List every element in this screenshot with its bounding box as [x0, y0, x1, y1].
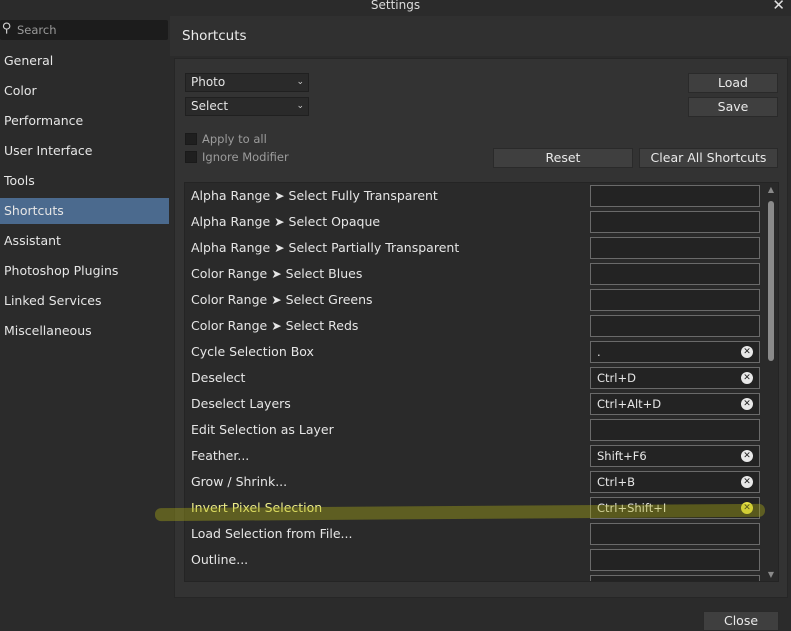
- shortcut-value: Shift+F6: [597, 449, 647, 463]
- list-item: Feather... Shift+F6 ✕: [185, 443, 765, 469]
- shortcut-field[interactable]: [590, 211, 760, 233]
- scrollbar-thumb[interactable]: [768, 201, 774, 361]
- title-bar: Settings ✕: [0, 0, 791, 14]
- sidebar-item-tools[interactable]: Tools: [0, 168, 169, 194]
- shortcut-field[interactable]: Ctrl+Alt+D ✕: [590, 393, 760, 415]
- shortcut-field[interactable]: [590, 263, 760, 285]
- shortcut-field[interactable]: [590, 315, 760, 337]
- category-select[interactable]: Select ⌄: [185, 97, 309, 116]
- list-item: Deselect Ctrl+D ✕: [185, 365, 765, 391]
- save-button[interactable]: Save: [688, 97, 778, 117]
- sidebar-item-assistant[interactable]: Assistant: [0, 228, 169, 254]
- window-title: Settings: [370, 0, 421, 12]
- list-item: Outline...: [185, 547, 765, 573]
- shortcut-label: Alpha Range ➤ Select Partially Transpare…: [191, 240, 460, 255]
- list-item: Color Range ➤ Select Greens: [185, 287, 765, 313]
- close-button[interactable]: Close: [703, 611, 779, 631]
- shortcut-field[interactable]: . ✕: [590, 341, 760, 363]
- apply-to-all-checkbox[interactable]: [185, 133, 197, 145]
- scrollbar[interactable]: ▲ ▼: [766, 185, 776, 579]
- shortcut-list: Alpha Range ➤ Select Fully Transparent A…: [184, 182, 779, 582]
- reset-button[interactable]: Reset: [493, 148, 633, 168]
- scroll-down-icon[interactable]: ▼: [766, 570, 776, 579]
- shortcut-field[interactable]: [590, 237, 760, 259]
- list-item: [185, 573, 765, 581]
- ignore-modifier-checkbox[interactable]: [185, 151, 197, 163]
- shortcut-label: Feather...: [191, 448, 250, 463]
- list-item: Color Range ➤ Select Blues: [185, 261, 765, 287]
- shortcut-label: Deselect Layers: [191, 396, 291, 411]
- shortcut-field[interactable]: [590, 575, 760, 581]
- shortcut-value: Ctrl+D: [597, 371, 636, 385]
- close-icon[interactable]: ✕: [772, 0, 785, 14]
- clear-shortcut-icon[interactable]: ✕: [741, 346, 753, 358]
- ignore-modifier-label: Ignore Modifier: [202, 150, 289, 164]
- shortcut-value: Ctrl+B: [597, 475, 635, 489]
- list-item: Deselect Layers Ctrl+Alt+D ✕: [185, 391, 765, 417]
- search-placeholder: Search: [17, 23, 57, 37]
- shortcut-field[interactable]: [590, 523, 760, 545]
- sidebar-item-general[interactable]: General: [0, 48, 169, 74]
- list-item: Edit Selection as Layer: [185, 417, 765, 443]
- panel-header: Shortcuts: [170, 16, 791, 56]
- list-item: Alpha Range ➤ Select Fully Transparent: [185, 183, 765, 209]
- shortcut-field[interactable]: [590, 289, 760, 311]
- search-icon: ⚲: [2, 21, 12, 36]
- persona-select-value: Photo: [191, 75, 226, 89]
- shortcut-label: Color Range ➤ Select Blues: [191, 266, 363, 281]
- shortcut-label: Grow / Shrink...: [191, 474, 288, 489]
- clear-all-shortcuts-button[interactable]: Clear All Shortcuts: [639, 148, 778, 168]
- list-item: Alpha Range ➤ Select Partially Transpare…: [185, 235, 765, 261]
- shortcut-label: Color Range ➤ Select Reds: [191, 318, 359, 333]
- load-button[interactable]: Load: [688, 73, 778, 93]
- list-item: Cycle Selection Box . ✕: [185, 339, 765, 365]
- category-select-value: Select: [191, 99, 229, 113]
- shortcut-label: Deselect: [191, 370, 246, 385]
- shortcut-field[interactable]: [590, 549, 760, 571]
- list-item: Load Selection from File...: [185, 521, 765, 547]
- shortcut-field[interactable]: [590, 419, 760, 441]
- clear-shortcut-icon[interactable]: ✕: [741, 476, 753, 488]
- shortcut-label: Edit Selection as Layer: [191, 422, 334, 437]
- shortcut-label: Outline...: [191, 552, 249, 567]
- chevron-down-icon: ⌄: [296, 101, 304, 111]
- scroll-up-icon[interactable]: ▲: [766, 185, 776, 194]
- list-item: Color Range ➤ Select Reds: [185, 313, 765, 339]
- clear-shortcut-icon[interactable]: ✕: [741, 372, 753, 384]
- sidebar-item-color[interactable]: Color: [0, 78, 169, 104]
- apply-to-all-label: Apply to all: [202, 132, 267, 146]
- sidebar-item-user-interface[interactable]: User Interface: [0, 138, 169, 164]
- sidebar-item-shortcuts[interactable]: Shortcuts: [0, 198, 169, 224]
- shortcut-label: Load Selection from File...: [191, 526, 353, 541]
- shortcut-field[interactable]: [590, 185, 760, 207]
- sidebar-nav: General Color Performance User Interface…: [0, 48, 169, 348]
- persona-select[interactable]: Photo ⌄: [185, 73, 309, 92]
- shortcut-label: Cycle Selection Box: [191, 344, 314, 359]
- sidebar-item-linked-services[interactable]: Linked Services: [0, 288, 169, 314]
- list-item: Alpha Range ➤ Select Opaque: [185, 209, 765, 235]
- page-title: Shortcuts: [182, 28, 247, 44]
- sidebar-item-photoshop-plugins[interactable]: Photoshop Plugins: [0, 258, 169, 284]
- clear-shortcut-icon[interactable]: ✕: [741, 450, 753, 462]
- shortcut-field[interactable]: Ctrl+B ✕: [590, 471, 760, 493]
- shortcut-label: Alpha Range ➤ Select Opaque: [191, 214, 381, 229]
- shortcut-label: Color Range ➤ Select Greens: [191, 292, 373, 307]
- sidebar-item-performance[interactable]: Performance: [0, 108, 169, 134]
- shortcut-value: Ctrl+Alt+D: [597, 397, 662, 411]
- chevron-down-icon: ⌄: [296, 77, 304, 87]
- shortcut-field[interactable]: Ctrl+D ✕: [590, 367, 760, 389]
- search-input[interactable]: ⚲ Search: [0, 20, 168, 40]
- sidebar-item-miscellaneous[interactable]: Miscellaneous: [0, 318, 169, 344]
- shortcut-field[interactable]: Shift+F6 ✕: [590, 445, 760, 467]
- list-item: Grow / Shrink... Ctrl+B ✕: [185, 469, 765, 495]
- clear-shortcut-icon[interactable]: ✕: [741, 398, 753, 410]
- shortcut-value: .: [597, 345, 601, 359]
- shortcut-label: Alpha Range ➤ Select Fully Transparent: [191, 188, 438, 203]
